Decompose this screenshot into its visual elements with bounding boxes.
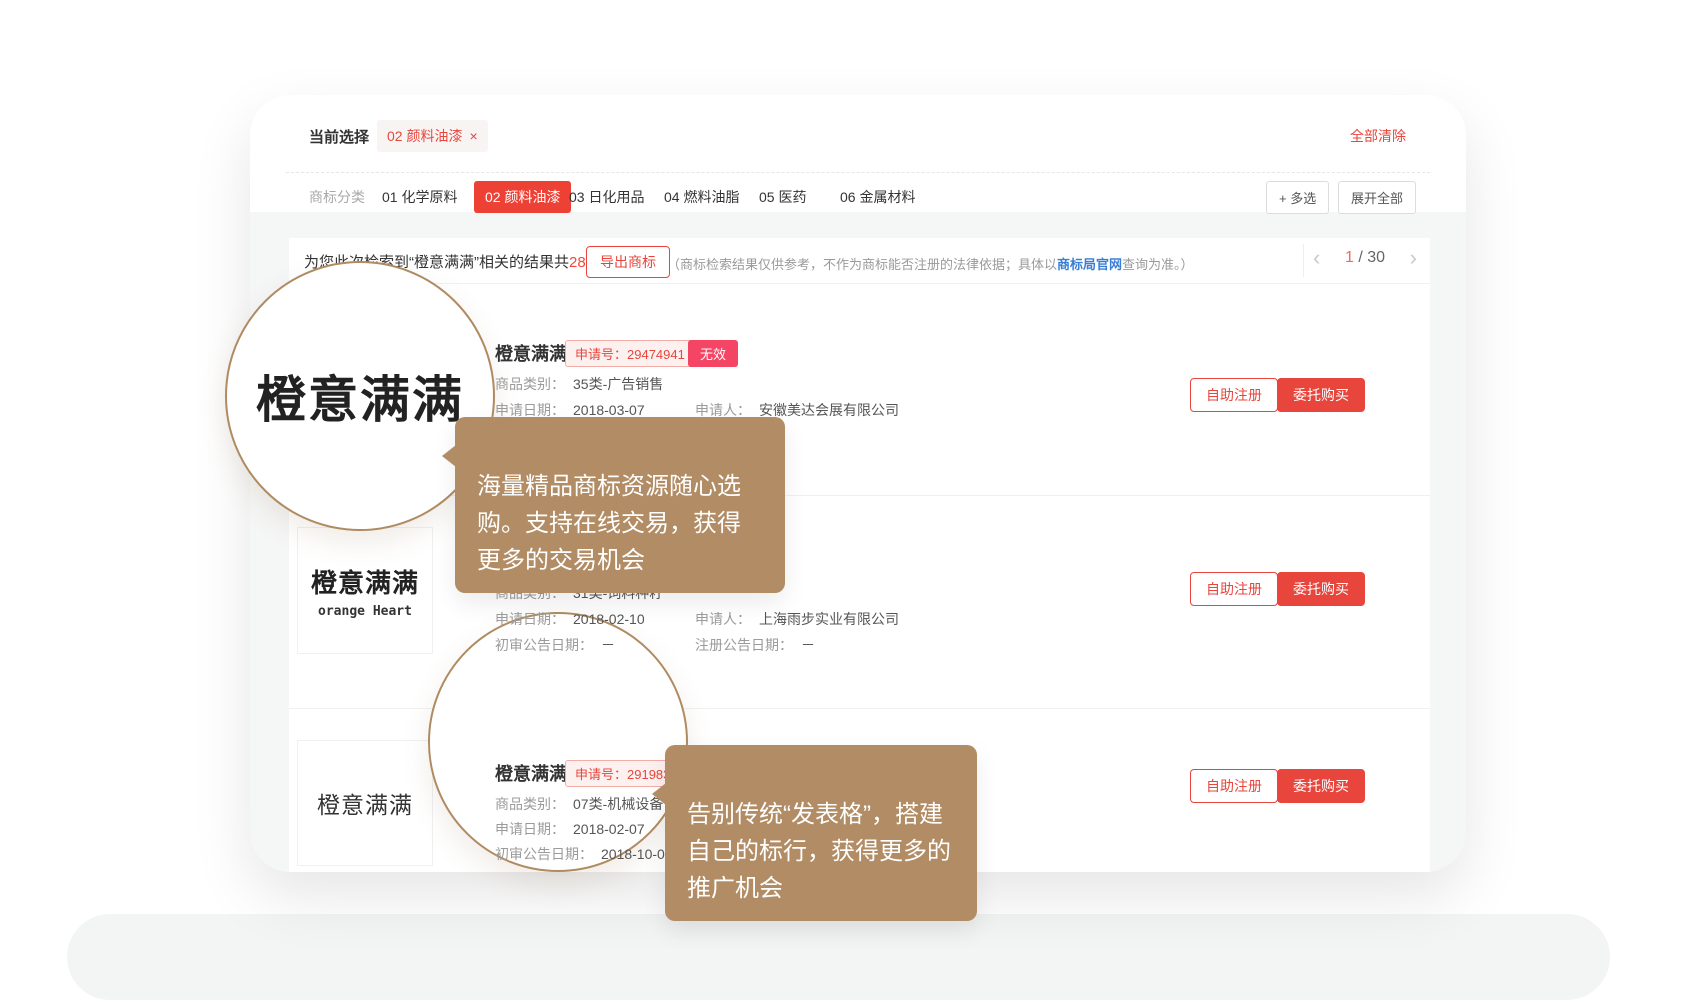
next-page-icon[interactable]: ›: [1410, 250, 1417, 266]
category-value: 07类-机械设备: [573, 796, 663, 812]
category-06[interactable]: 06 金属材料: [840, 187, 915, 207]
category-label: 商品类别：: [495, 376, 565, 392]
tooltip-arrow-icon: [652, 783, 666, 805]
filter-header: 当前选择 02 颜料油漆 × 全部清除 商标分类 01 化学原料 02 颜料油漆…: [250, 95, 1466, 212]
clear-all-button[interactable]: 全部清除: [1350, 126, 1406, 146]
pagination: ‹ 1 / 30 ›: [1313, 249, 1417, 267]
laptop-base: [67, 914, 1610, 1000]
results-toolbar: 为您此次检索到“橙意满满”相关的结果共28 个 导出商标 （商标检索结果仅供参考…: [289, 238, 1430, 284]
trademark-image-text: 橙意满满: [317, 786, 413, 820]
category-label: 商品类别：: [495, 796, 565, 812]
prev-page-icon[interactable]: ‹: [1313, 250, 1320, 266]
trademark-office-link[interactable]: 商标局官网: [1057, 257, 1122, 272]
app-no-label: 申请号：: [575, 347, 627, 362]
entrust-buy-button[interactable]: 委托购买: [1277, 378, 1365, 412]
apply-date-value: 2018-02-10: [573, 611, 645, 627]
category-04[interactable]: 04 燃料油脂: [664, 187, 739, 207]
magnified-trademark-text: 橙意满满: [256, 360, 464, 432]
results-count: 28: [569, 254, 586, 271]
first-pub-value: －: [601, 637, 615, 653]
applicant-line: 申请人： 上海雨步实业有限公司: [695, 609, 899, 629]
apply-date-value: 2018-02-07: [573, 821, 645, 837]
category-line: 商品类别： 07类-机械设备: [495, 794, 663, 814]
apply-date-label: 申请日期：: [495, 402, 565, 418]
self-register-button[interactable]: 自助注册: [1190, 769, 1278, 803]
category-03[interactable]: 03 日化用品: [569, 187, 644, 207]
apply-date-label: 申请日期：: [495, 821, 565, 837]
category-line: 商品类别： 35类-广告销售: [495, 374, 663, 394]
app-no-label: 申请号：: [575, 767, 627, 782]
total-pages: 30: [1367, 249, 1385, 266]
trademark-image-subtext: orange Heart: [318, 604, 412, 619]
multi-select-button[interactable]: + 多选: [1266, 181, 1329, 214]
applicant-label: 申请人：: [695, 402, 751, 418]
entrust-buy-button[interactable]: 委托购买: [1277, 572, 1365, 606]
applicant-label: 申请人：: [695, 611, 751, 627]
apply-date-line: 申请日期： 2018-02-10: [495, 609, 645, 629]
status-badge: 无效: [688, 340, 738, 367]
category-01[interactable]: 01 化学原料: [382, 187, 457, 207]
self-register-button[interactable]: 自助注册: [1190, 572, 1278, 606]
tooltip-arrow-icon: [442, 445, 456, 467]
tooltip-text: 告别传统“发表格”，搭建 自己的标行，获得更多的 推广机会: [687, 801, 951, 902]
category-value: 35类-广告销售: [573, 376, 663, 392]
app-no-value: 29474941: [627, 347, 685, 362]
category-row-label: 商标分类: [309, 187, 365, 207]
disclaimer-prefix: （商标检索结果仅供参考，不作为商标能否注册的法律依据；具体以: [667, 257, 1057, 272]
reg-pub-value: －: [801, 637, 815, 653]
disclaimer-suffix: 查询为准。）: [1122, 257, 1194, 272]
remove-tag-icon[interactable]: ×: [469, 128, 477, 144]
first-pub-value: 2018-10-06: [601, 846, 673, 862]
reg-pub-label: 注册公告日期：: [695, 637, 793, 653]
trademark-name[interactable]: 橙意满满: [495, 340, 567, 366]
trademark-name[interactable]: 橙意满满: [495, 760, 567, 786]
current-selection-label: 当前选择: [309, 126, 369, 147]
tooltip-promotion: 告别传统“发表格”，搭建 自己的标行，获得更多的 推广机会: [665, 745, 977, 921]
first-pub-label: 初审公告日期：: [495, 846, 593, 862]
entrust-buy-button[interactable]: 委托购买: [1277, 769, 1365, 803]
category-05[interactable]: 05 医药: [759, 187, 806, 207]
self-register-button[interactable]: 自助注册: [1190, 378, 1278, 412]
page-indicator: 1 / 30: [1345, 249, 1385, 267]
category-02-selected[interactable]: 02 颜料油漆: [474, 181, 571, 213]
disclaimer-text: （商标检索结果仅供参考，不作为商标能否注册的法律依据；具体以商标局官网查询为准。…: [667, 254, 1194, 273]
first-pub-line: 初审公告日期： －: [495, 635, 615, 655]
first-pub-line: 初审公告日期： 2018-10-06: [495, 844, 673, 864]
tooltip-text: 海量精品商标资源随心选 购。支持在线交易，获得 更多的交易机会: [477, 473, 741, 574]
apply-date-label: 申请日期：: [495, 611, 565, 627]
filter-tag-label: 02 颜料油漆: [387, 126, 462, 146]
toolbar-divider: [1303, 244, 1304, 277]
tooltip-marketplace: 海量精品商标资源随心选 购。支持在线交易，获得 更多的交易机会: [455, 417, 785, 593]
trademark-image[interactable]: 橙意满满 orange Heart: [297, 527, 433, 654]
apply-date-value: 2018-03-07: [573, 402, 645, 418]
reg-pub-line: 注册公告日期： －: [695, 635, 815, 655]
application-number-badge: 申请号：29474941: [565, 340, 695, 367]
applicant-value: 安徽美达会展有限公司: [759, 402, 899, 418]
page-separator: /: [1358, 249, 1362, 266]
apply-date-line: 申请日期： 2018-02-07: [495, 819, 645, 839]
expand-all-button[interactable]: 展开全部: [1338, 181, 1416, 214]
applicant-value: 上海雨步实业有限公司: [759, 611, 899, 627]
trademark-image[interactable]: 橙意满满: [297, 740, 433, 866]
export-trademark-button[interactable]: 导出商标: [586, 246, 670, 278]
trademark-image-text: 橙意满满: [311, 563, 419, 600]
current-page: 1: [1345, 249, 1354, 266]
first-pub-label: 初审公告日期：: [495, 637, 593, 653]
selected-filter-tag[interactable]: 02 颜料油漆 ×: [377, 120, 488, 152]
header-divider: [286, 172, 1430, 173]
